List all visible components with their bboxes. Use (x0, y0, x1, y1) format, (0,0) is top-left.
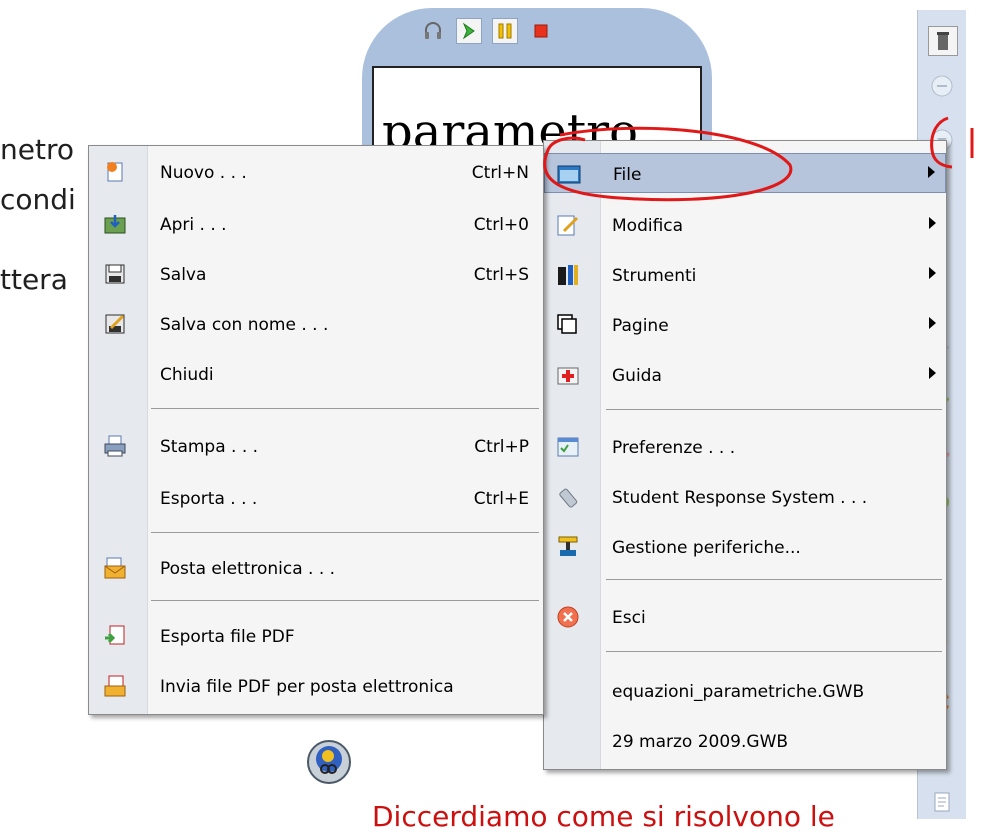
menu-item-shortcut: Ctrl+0 (473, 215, 529, 235)
menu-item-esci[interactable]: Esci (544, 597, 946, 637)
menu-item-label: Gestione periferiche... (612, 538, 801, 558)
menu-item-shortcut: Ctrl+S (473, 265, 529, 285)
menu-item-label: Salva con nome . . . (160, 315, 329, 335)
menu-item-label: Chiudi (160, 365, 214, 385)
menu-item-strumenti[interactable]: Strumenti (544, 255, 946, 295)
minus-circle-icon[interactable] (930, 74, 954, 98)
submenu-arrow-icon (929, 267, 936, 279)
menu-item-label: 29 marzo 2009.GWB (612, 732, 789, 752)
submenu-arrow-icon (928, 166, 935, 178)
remote-icon (556, 485, 580, 509)
menu-item-preferenze[interactable]: Preferenze . . . (544, 427, 946, 467)
menu-item-label: Salva (160, 265, 207, 285)
menu-item-nuovo[interactable]: Nuovo . . . Ctrl+N (89, 152, 543, 192)
menu-item-label: Posta elettronica . . . (160, 559, 336, 579)
menu-item-label: Strumenti (612, 266, 697, 286)
print-icon (103, 434, 127, 458)
menu-separator (151, 532, 539, 533)
main-menu: File Modifica Strumenti Pagine Guida Pre… (543, 140, 947, 770)
menu-item-posta-elettronica[interactable]: Posta elettronica . . . (89, 548, 543, 588)
menu-item-shortcut: Ctrl+P (474, 437, 529, 457)
send-pdf-icon (103, 674, 127, 698)
pages-icon (556, 313, 580, 337)
menu-item-label: Esporta file PDF (160, 627, 295, 647)
document-text-bottom: Diccerdiamo come si risolvono le (372, 800, 835, 833)
stop-icon[interactable] (528, 18, 554, 44)
menu-item-guida[interactable]: Guida (544, 355, 946, 395)
exit-icon (556, 605, 580, 629)
menu-item-label: Invia file PDF per posta elettronica (160, 677, 454, 697)
menu-item-gestione-periferiche[interactable]: Gestione periferiche... (544, 527, 946, 567)
menu-item-label: Nuovo . . . (160, 163, 247, 183)
menu-item-esporta[interactable]: Esporta . . . Ctrl+E (89, 478, 543, 518)
help-icon (556, 363, 580, 387)
menu-item-label: Esporta . . . (160, 489, 258, 509)
submenu-arrow-icon (929, 367, 936, 379)
menu-item-student-response[interactable]: Student Response System . . . (544, 477, 946, 517)
menu-item-recent-file-2[interactable]: 29 marzo 2009.GWB (544, 721, 946, 761)
play-icon[interactable] (456, 18, 482, 44)
menu-item-shortcut: Ctrl+N (471, 163, 529, 183)
menu-item-label: Apri . . . (160, 215, 227, 235)
document-text-line-1: netro (0, 133, 74, 166)
menu-item-salva[interactable]: Salva Ctrl+S (89, 254, 543, 294)
menu-item-modifica[interactable]: Modifica (544, 205, 946, 245)
menu-item-label: Modifica (612, 216, 684, 236)
folder-icon (557, 162, 581, 186)
menu-item-chiudi[interactable]: Chiudi (89, 354, 543, 394)
save-icon (103, 262, 127, 286)
submenu-arrow-icon (929, 317, 936, 329)
menu-item-apri[interactable]: Apri . . . Ctrl+0 (89, 204, 543, 244)
menu-separator (151, 600, 539, 601)
new-file-icon (103, 160, 127, 184)
preferences-icon (556, 435, 580, 459)
menu-separator (151, 408, 539, 409)
menu-item-shortcut: Ctrl+E (473, 489, 529, 509)
menu-item-invia-pdf[interactable]: Invia file PDF per posta elettronica (89, 666, 543, 706)
menu-item-label: Esci (612, 608, 646, 628)
menu-item-label: Pagine (612, 316, 669, 336)
menu-item-label: Guida (612, 366, 662, 386)
menu-item-salva-con-nome[interactable]: Salva con nome . . . (89, 304, 543, 344)
menu-item-label: Student Response System . . . (612, 488, 868, 508)
devices-icon (556, 535, 580, 559)
open-icon (103, 212, 127, 236)
export-pdf-icon (103, 624, 127, 648)
document-text-line-2: condi (0, 183, 76, 216)
menu-item-label: Preferenze . . . (612, 438, 736, 458)
menu-separator (606, 651, 942, 652)
menu-item-label: File (613, 165, 642, 185)
menu-item-file[interactable]: File (544, 153, 946, 193)
menu-item-label: equazioni_parametriche.GWB (612, 682, 865, 702)
tools-icon (556, 263, 580, 287)
menu-item-esporta-pdf[interactable]: Esporta file PDF (89, 616, 543, 656)
page-icon[interactable] (930, 790, 954, 814)
save-as-icon (103, 312, 127, 336)
file-submenu: Nuovo . . . Ctrl+N Apri . . . Ctrl+0 Sal… (88, 145, 544, 715)
email-icon (103, 556, 127, 580)
trash-icon[interactable] (928, 26, 958, 56)
edit-icon (556, 213, 580, 237)
player-controls (420, 18, 554, 44)
menu-item-stampa[interactable]: Stampa . . . Ctrl+P (89, 426, 543, 466)
headphones-icon[interactable] (420, 18, 446, 44)
document-text-line-3: ttera (0, 263, 68, 296)
pause-icon[interactable] (492, 18, 518, 44)
menu-item-recent-file-1[interactable]: equazioni_parametriche.GWB (544, 671, 946, 711)
menu-separator (606, 409, 942, 410)
menu-separator (606, 579, 942, 580)
menu-item-label: Stampa . . . (160, 437, 259, 457)
link-icon[interactable] (306, 739, 352, 785)
menu-item-pagine[interactable]: Pagine (544, 305, 946, 345)
submenu-arrow-icon (929, 217, 936, 229)
